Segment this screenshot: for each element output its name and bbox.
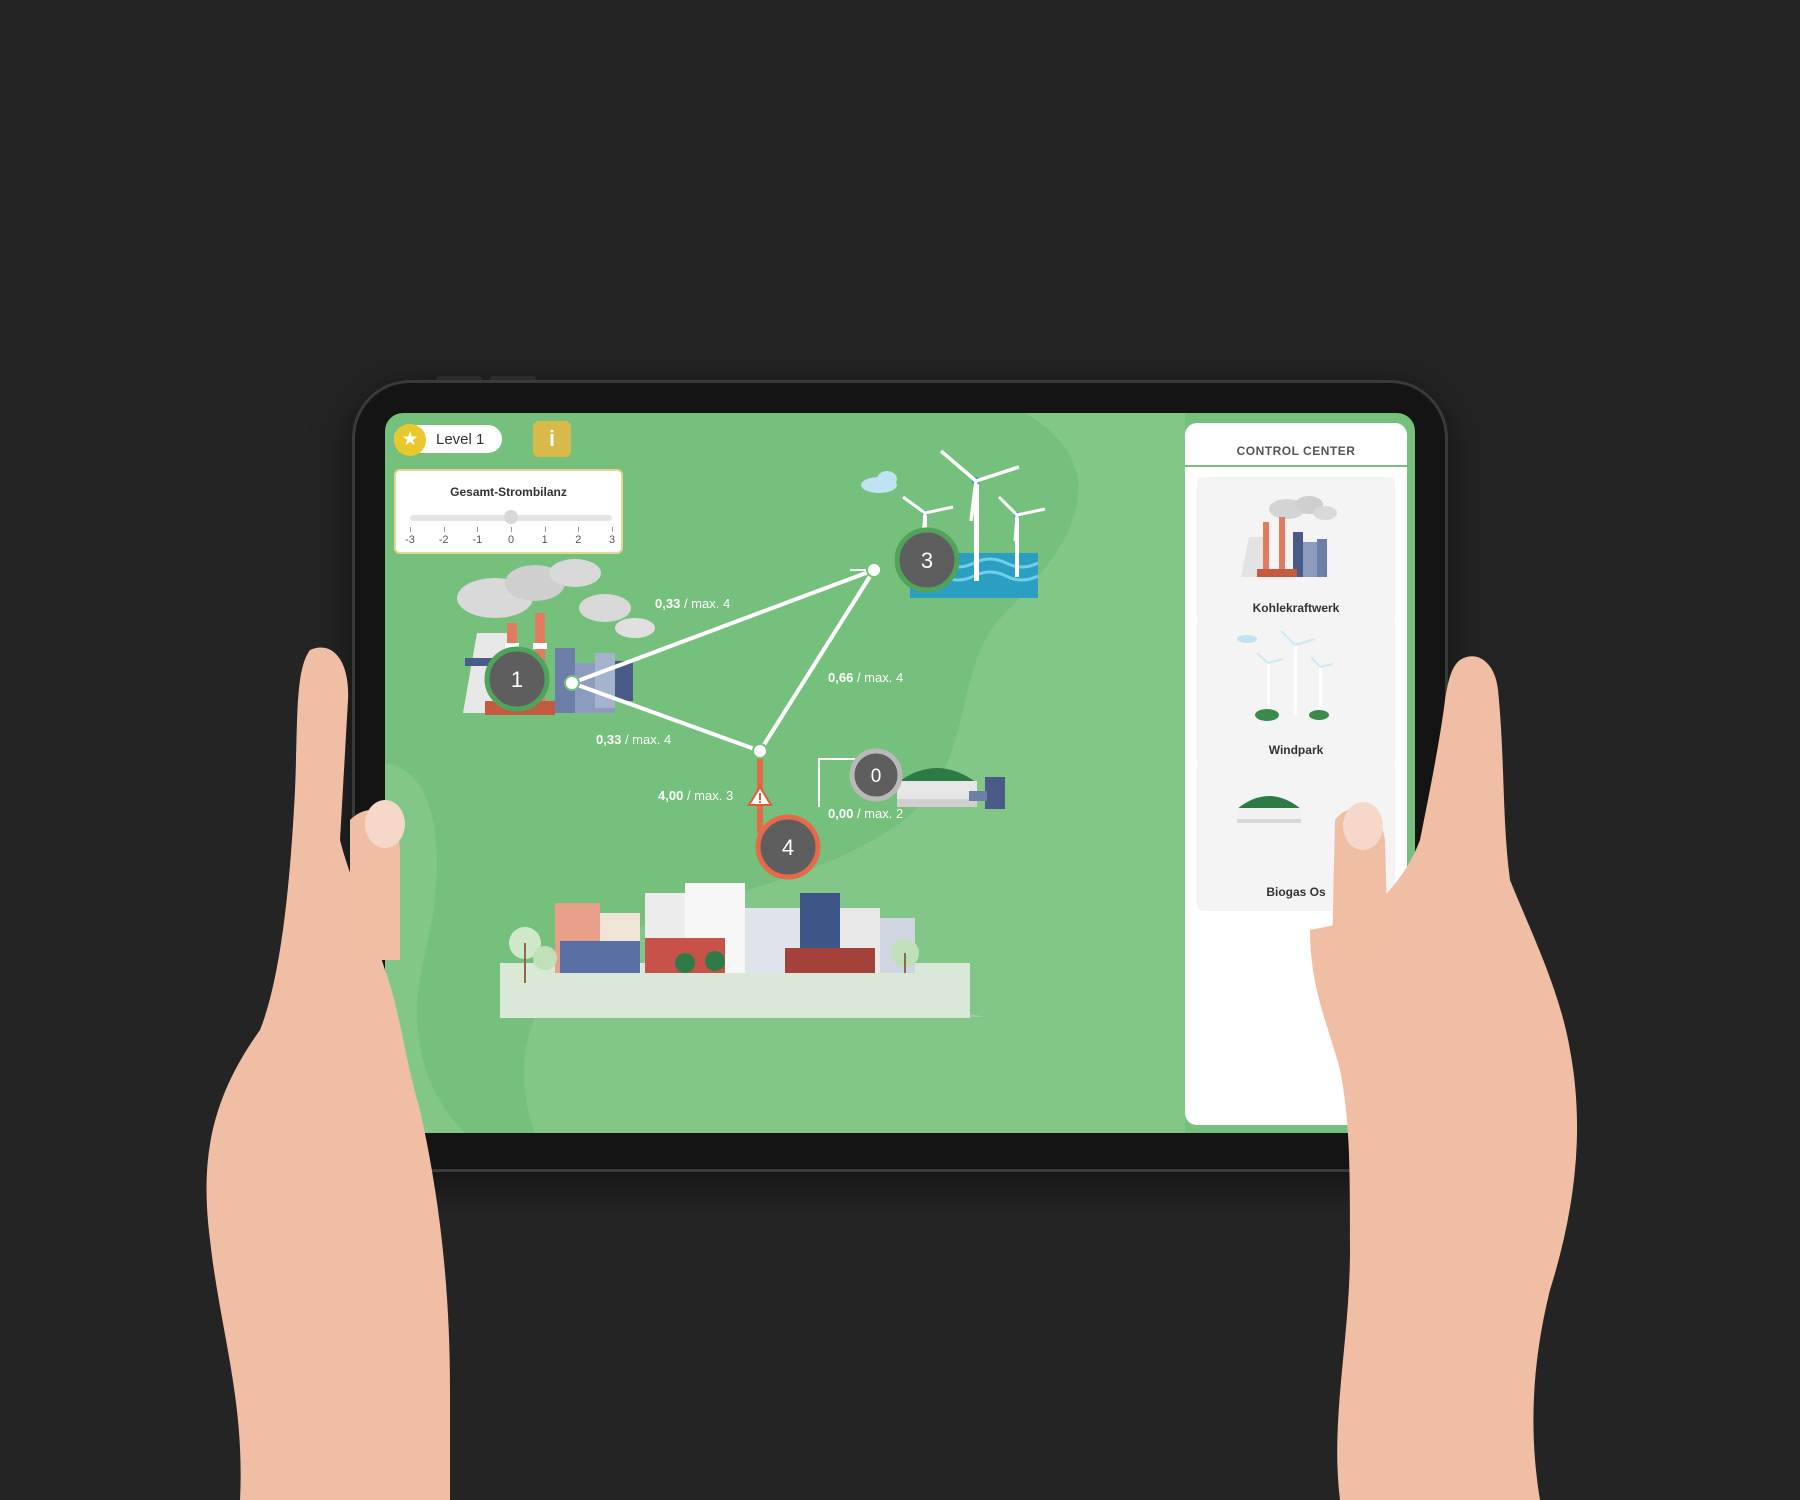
- control-center-title: CONTROL CENTER: [1236, 444, 1356, 458]
- junction-dot[interactable]: [752, 743, 768, 759]
- balance-tick-label: -3: [405, 534, 415, 546]
- balance-tick-label: 2: [575, 534, 582, 546]
- balance-tick: [410, 527, 411, 532]
- junction-dot[interactable]: [564, 675, 580, 691]
- cloud-icon: [861, 471, 897, 493]
- card-label: Kohlekraftwerk: [1252, 601, 1340, 615]
- balance-tick-label: 3: [608, 534, 616, 546]
- balance-tick: [544, 527, 546, 532]
- edge-value: 0,33: [655, 596, 681, 611]
- left-hand: [206, 647, 450, 1500]
- right-hand: [1310, 656, 1578, 1500]
- warning-icon: [747, 785, 773, 806]
- edge-value: 4,00: [658, 788, 684, 803]
- balance-tick: [511, 527, 512, 532]
- level-label: Level 1: [436, 431, 485, 448]
- edge-value: 0,33: [596, 732, 622, 747]
- node-3[interactable]: 3: [894, 527, 960, 593]
- edge-label-junction-4: 4,00 / max. 3: [658, 788, 733, 803]
- balance-tick: [477, 527, 479, 532]
- star-icon: ★: [394, 424, 426, 456]
- power-balance-panel: Gesamt-Strombilanz -3 -2 -1 0 1 2 3: [394, 469, 623, 554]
- balance-tick-label: -2: [438, 534, 449, 546]
- balance-slider-thumb[interactable]: [504, 510, 518, 524]
- balance-tick: [443, 527, 445, 532]
- divider: [1185, 465, 1407, 467]
- edge-label-3-junction: 0,66 / max. 4: [828, 670, 903, 685]
- balance-tick: [578, 527, 580, 532]
- edge-value: 0,00: [828, 806, 854, 821]
- balance-tick-label: -1: [472, 534, 483, 546]
- edge-max: / max. 3: [686, 788, 734, 803]
- edge-max: / max. 4: [856, 670, 904, 685]
- edge-label-biogas-4: 0,00 / max. 2: [828, 806, 903, 821]
- edge-line-3-junction: [758, 568, 876, 753]
- card-coal-plant[interactable]: Kohlekraftwerk: [1197, 477, 1395, 627]
- node-4[interactable]: 4: [755, 814, 821, 880]
- edge-max: / max. 4: [624, 732, 672, 747]
- balance-tick-label: 1: [541, 534, 548, 546]
- balance-tick-label: 0: [507, 534, 515, 546]
- balance-title: Gesamt-Strombilanz: [450, 485, 567, 499]
- info-button[interactable]: i: [533, 421, 571, 457]
- balance-tick: [612, 527, 613, 532]
- edge-label-1-junction: 0,33 / max. 4: [596, 732, 671, 747]
- node-1-label: 1: [511, 667, 523, 692]
- junction-dot[interactable]: [866, 562, 882, 578]
- node-0[interactable]: 0: [849, 748, 903, 802]
- edge-max: / max. 2: [856, 806, 904, 821]
- edge-label-1-3: 0,33 / max. 4: [655, 596, 730, 611]
- edge-value: 0,66: [828, 670, 854, 685]
- node-0-label: 0: [871, 766, 882, 787]
- game-screen: 1 3 0 4 0,33 / max. 4 0,66 / max. 4 0,33…: [385, 413, 1415, 1133]
- edge-max: / max. 4: [683, 596, 731, 611]
- edge-line-biogas-4: [818, 758, 855, 807]
- stage: 1 3 0 4 0,33 / max. 4 0,66 / max. 4 0,33…: [0, 0, 1800, 1500]
- node-3-label: 3: [921, 548, 933, 573]
- node-4-label: 4: [782, 835, 794, 860]
